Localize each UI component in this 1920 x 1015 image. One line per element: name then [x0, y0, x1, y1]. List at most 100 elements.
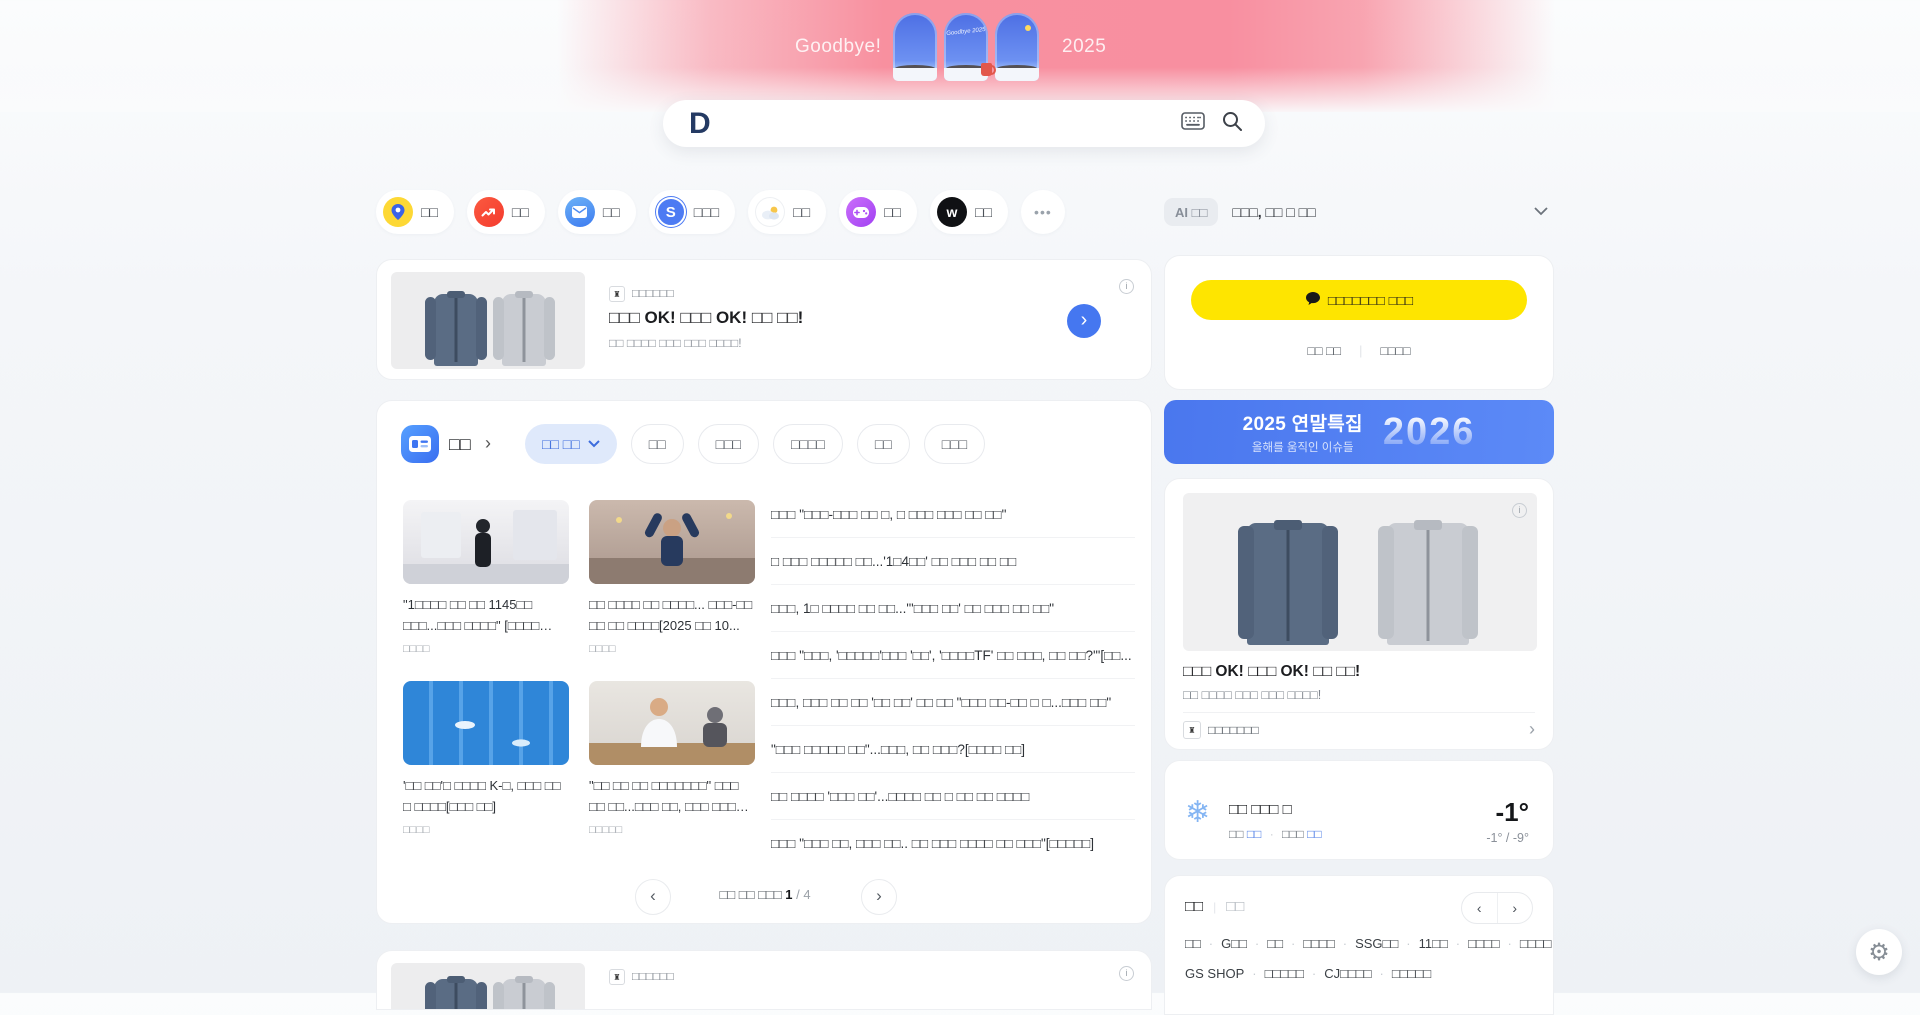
find-account-link[interactable]: □□□□: [1380, 344, 1410, 358]
virtual-keyboard-icon[interactable]: [1181, 112, 1205, 135]
shop-link[interactable]: □□□□□: [1372, 966, 1432, 981]
advertiser-row[interactable]: ♜ □□□□□□□: [1183, 721, 1259, 739]
search-input[interactable]: [725, 109, 1181, 139]
headline-item[interactable]: □□□ "□□□-□□□ □□ □, □ □□□ □□□ □□ □□": [771, 491, 1135, 538]
snowglobe-illustration: [995, 13, 1039, 81]
shop-link[interactable]: G□□: [1201, 936, 1247, 951]
sidebar-item-weather[interactable]: □□: [748, 190, 826, 234]
article-title[interactable]: "□□ □□ □□ □□□□□□□" □□□ □□ □□...□□□ □□, □…: [589, 775, 755, 817]
ad-product-image: [391, 963, 585, 1009]
tab-shopping[interactable]: □□: [1185, 898, 1203, 915]
current-temperature: -1°: [1495, 797, 1529, 828]
news-tab[interactable]: □□□: [698, 424, 759, 464]
shopping-links-row: GS SHOP□□□□□CJ□□□□□□□□□: [1185, 964, 1535, 985]
shop-link[interactable]: 11□□: [1398, 936, 1448, 951]
headline-item[interactable]: □□□ "□□□ □□, □□□ □□.. □□ □□□ □□□□ □□ □□□…: [771, 820, 1135, 867]
news-article[interactable]: "1□□□□ □□ □□ 1145□□ □□□...□□□ □□□□" [□□□…: [403, 500, 569, 655]
shop-link[interactable]: □□□□: [1500, 936, 1552, 951]
ai-news-badge: AI □□: [1164, 198, 1218, 226]
ad-arrow-button[interactable]: ›: [1067, 304, 1101, 338]
article-publisher: □□□□: [403, 643, 569, 655]
ad-product-image: [1183, 493, 1537, 651]
advertiser-logo: ♜: [1183, 721, 1201, 739]
year-end-special-banner[interactable]: 2025 연말특집 올해를 움직인 이슈들 2026: [1164, 400, 1554, 464]
top-ad-card[interactable]: ♜ □□□□□□ □□□ OK! □□□ OK! □□ □□! □□ □□□□ …: [376, 259, 1152, 380]
headline-item[interactable]: "□□□ □□□□□ □□"...□□□, □□ □□□?[□□□□ □□]: [771, 726, 1135, 773]
shop-link[interactable]: □□□□: [1448, 936, 1500, 951]
tab-secondary[interactable]: □□: [1226, 898, 1244, 915]
chevron-right-icon[interactable]: ›: [1529, 719, 1535, 740]
shop-link[interactable]: SSG□□: [1335, 936, 1399, 951]
location-name: □□: [1229, 827, 1244, 841]
tab-label: □□: [875, 436, 892, 452]
ad-headline[interactable]: □□□ OK! □□□ OK! □□ □□!: [1183, 663, 1360, 681]
pager-next-button[interactable]: ›: [1498, 893, 1533, 923]
shop-link[interactable]: GS SHOP: [1185, 966, 1244, 981]
more-services-button[interactable]: •••: [1021, 190, 1065, 234]
tab-label: □□□: [716, 436, 741, 452]
sidebar-item-game[interactable]: □□: [839, 190, 917, 234]
shop-link[interactable]: CJ□□□□: [1304, 966, 1372, 981]
tab-recommended-news[interactable]: □□ □□: [525, 424, 617, 464]
signup-link[interactable]: □□ □□: [1307, 344, 1341, 358]
sidebar-ad-card[interactable]: i □□□ OK! □□□ OK! □□ □□! □□ □□□□ □□□ □□□…: [1164, 478, 1554, 750]
pager-prev-button[interactable]: ‹: [1462, 893, 1498, 923]
news-tab[interactable]: □□: [631, 424, 684, 464]
ai-news-strip[interactable]: AI □□ □□□, □□ □ □□: [1164, 190, 1554, 234]
location-link[interactable]: □□: [1247, 827, 1262, 841]
map-pin-icon: [383, 197, 413, 227]
location-link[interactable]: □□: [1307, 827, 1322, 841]
headline-item[interactable]: □□□, 1□ □□□□ □□ □□..."'□□□ □□' □□ □□□ □□…: [771, 585, 1135, 632]
event-banner[interactable]: Goodbye! 2025 Goodbye 2025: [0, 0, 1920, 112]
service-label: □□: [512, 204, 529, 220]
headline-item[interactable]: □□□, □□□ □□ □□ '□□ □□' □□ □□ "□□□ □□-□□ …: [771, 679, 1135, 726]
ad-info-icon[interactable]: i: [1119, 966, 1134, 981]
article-title[interactable]: "1□□□□ □□ □□ 1145□□ □□□...□□□ □□□□" [□□□…: [403, 594, 569, 636]
sidebar-item-story[interactable]: S □□□: [649, 190, 735, 234]
ai-news-headline[interactable]: □□□, □□ □ □□: [1232, 204, 1315, 220]
weather-title: □□ □□□ □: [1229, 801, 1292, 818]
news-tab[interactable]: □□□: [924, 424, 985, 464]
shop-link[interactable]: □□□□□: [1244, 966, 1304, 981]
location-name: □□□: [1282, 827, 1304, 841]
2026-graphic: 2026: [1383, 411, 1476, 454]
shop-link[interactable]: □□: [1185, 936, 1201, 951]
sidebar-item-mail[interactable]: □□: [558, 190, 636, 234]
article-title[interactable]: □□ □□□□ □□ □□□□... □□□-□□ □□ □□ □□□□[202…: [589, 594, 755, 636]
weather-card[interactable]: ❄ □□ □□□ □ □□ □□ · □□□ □□ -1° -1° / -9°: [1164, 760, 1554, 860]
news-tab[interactable]: □□□□: [773, 424, 843, 464]
news-article[interactable]: "□□ □□ □□ □□□□□□□" □□□ □□ □□...□□□ □□, □…: [589, 681, 755, 836]
ad-info-icon[interactable]: i: [1119, 279, 1134, 294]
news-section-title[interactable]: □□: [449, 434, 471, 455]
news-article[interactable]: '□□ □□'□ □□□□ K-□, □□□ □□ □ □□□□[□□□ □□]…: [403, 681, 569, 836]
login-card: □□□□□□□ □□□ □□ □□ | □□□□: [1164, 255, 1554, 390]
ad-headline[interactable]: □□□ OK! □□□ OK! □□ □□!: [609, 308, 803, 328]
login-links: □□ □□ | □□□□: [1165, 344, 1553, 358]
divider: [1183, 712, 1535, 713]
headline-item[interactable]: □ □□□ □□□□□ □□...'1□4□□' □□ □□□ □□ □□: [771, 538, 1135, 585]
headline-item[interactable]: □□ □□□□ '□□□ □□'...□□□□ □□ □ □□ □□ □□□□: [771, 773, 1135, 820]
chevron-right-icon[interactable]: ›: [485, 433, 491, 454]
article-title[interactable]: '□□ □□'□ □□□□ K-□, □□□ □□ □ □□□□[□□□ □□]: [403, 775, 569, 817]
news-article[interactable]: □□ □□□□ □□ □□□□... □□□-□□ □□ □□ □□□□[202…: [589, 500, 755, 655]
daum-logo[interactable]: D: [689, 109, 711, 139]
news-tab[interactable]: □□: [857, 424, 910, 464]
sidebar-item-map[interactable]: □□: [376, 190, 454, 234]
advertiser-row: ♜ □□□□□□: [609, 286, 674, 302]
divider: |: [1359, 344, 1362, 358]
news-icon: [401, 425, 439, 463]
ad-info-icon[interactable]: i: [1512, 503, 1527, 518]
settings-button[interactable]: ⚙: [1856, 929, 1902, 975]
shop-link[interactable]: □□□□: [1283, 936, 1335, 951]
temperature-range: -1° / -9°: [1486, 831, 1529, 845]
sidebar-item-stock[interactable]: □□: [467, 190, 545, 234]
pagination-next-button[interactable]: ›: [861, 879, 897, 915]
headline-item[interactable]: □□□ "□□□, '□□□□□'□□□ '□□', '□□□□TF' □□ □…: [771, 632, 1135, 679]
stock-chart-icon: [474, 197, 504, 227]
bottom-ad-card[interactable]: ♜ □□□□□□ i: [376, 950, 1152, 1010]
kakao-login-button[interactable]: □□□□□□□ □□□: [1191, 280, 1527, 320]
sidebar-item-webtoon[interactable]: w □□: [930, 190, 1008, 234]
chevron-down-icon[interactable]: [1534, 203, 1548, 221]
shop-link[interactable]: □□: [1247, 936, 1283, 951]
search-icon[interactable]: [1221, 110, 1243, 137]
